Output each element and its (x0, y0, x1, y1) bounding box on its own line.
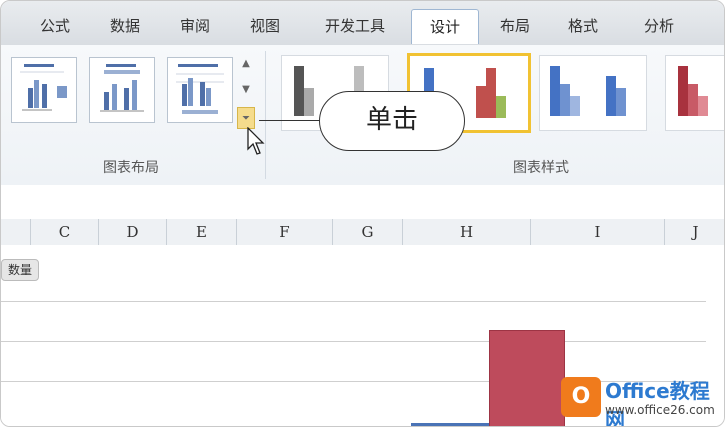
chart-styles-label: 图表样式 (513, 160, 569, 176)
chart-style-icon (678, 66, 708, 116)
chart-layout-icon (20, 64, 67, 111)
chart-layouts-label: 图表布局 (103, 160, 159, 176)
column-header-c[interactable]: C (31, 219, 99, 245)
tab-developer[interactable]: 开发工具 (311, 9, 399, 43)
group-divider (265, 51, 266, 179)
click-callout: 单击 (319, 91, 465, 151)
series-label-tag[interactable]: 数量 (1, 259, 40, 281)
tab-formulas[interactable]: 公式 (29, 9, 81, 43)
scroll-up-button[interactable]: ▲ (237, 53, 255, 75)
watermark-url: www.office26.com (605, 403, 715, 417)
chart-style-option-4[interactable] (665, 55, 724, 131)
tab-review[interactable]: 审阅 (169, 9, 221, 43)
chart-style-icon (550, 66, 626, 116)
chart-layout-icon (176, 64, 224, 114)
scroll-down-button[interactable]: ▼ (237, 79, 255, 101)
chart-bar-red[interactable] (489, 330, 565, 426)
tab-analyze[interactable]: 分析 (631, 9, 687, 43)
app-window: 公式 数据 审阅 视图 开发工具 设计 布局 格式 分析 ▲ ▼ ⏷ 图表布局 … (0, 0, 725, 427)
chart-layout-option-1[interactable] (11, 57, 77, 123)
chart-gridline (1, 341, 706, 342)
chart-gridline (1, 301, 706, 302)
watermark-title: Office教程网 (605, 379, 710, 427)
more-layouts-button[interactable]: ⏷ (237, 107, 255, 129)
chart-layout-option-3[interactable] (167, 57, 233, 123)
column-header-e[interactable]: E (167, 219, 237, 245)
chart-layout-option-2[interactable] (89, 57, 155, 123)
column-header-i[interactable]: I (531, 219, 665, 245)
formula-bar[interactable] (1, 185, 724, 220)
column-header-h[interactable]: H (403, 219, 531, 245)
tab-format[interactable]: 格式 (557, 9, 609, 43)
chart-layout-icon (100, 64, 144, 112)
column-header-g[interactable]: G (333, 219, 403, 245)
tab-data[interactable]: 数据 (99, 9, 151, 43)
chart-style-option-3[interactable] (539, 55, 647, 131)
chart-bar-blue[interactable] (411, 423, 489, 426)
tab-design[interactable]: 设计 (411, 9, 479, 44)
column-header-d[interactable]: D (99, 219, 167, 245)
tab-view[interactable]: 视图 (239, 9, 291, 43)
ribbon-tab-bar: 公式 数据 审阅 视图 开发工具 设计 布局 格式 分析 (1, 1, 724, 46)
column-header-b[interactable] (1, 219, 31, 245)
mouse-cursor-icon (247, 127, 265, 155)
column-header-row: C D E F G H I J (1, 219, 724, 246)
office-logo-icon: O (561, 377, 601, 417)
watermark: O Office教程网 www.office26.com (561, 373, 724, 427)
callout-pointer-line (259, 120, 321, 121)
column-header-j[interactable]: J (665, 219, 724, 245)
column-header-f[interactable]: F (237, 219, 333, 245)
tab-layout[interactable]: 布局 (489, 9, 541, 43)
